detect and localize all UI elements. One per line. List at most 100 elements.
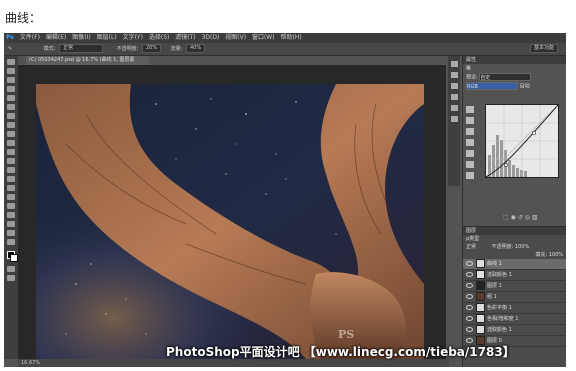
- mode-label: 模式:: [43, 46, 56, 52]
- layer-row[interactable]: 图层 1: [463, 281, 566, 292]
- lasso-tool-icon[interactable]: [7, 77, 15, 83]
- channel-row: RGB 自动: [463, 82, 566, 91]
- menu-window[interactable]: 窗口(W): [252, 34, 275, 41]
- styles-panel-icon[interactable]: [450, 94, 458, 100]
- eye-icon[interactable]: [466, 327, 473, 332]
- canvas-area[interactable]: [18, 65, 446, 359]
- menu-view[interactable]: 视图(V): [225, 34, 246, 41]
- eye-icon[interactable]: [466, 305, 473, 310]
- opacity-field[interactable]: 20%: [141, 44, 162, 53]
- layer-name: 色彩平衡 1: [487, 305, 512, 311]
- menu-type[interactable]: 文字(Y): [123, 34, 143, 41]
- auto-button[interactable]: 自动: [520, 84, 530, 90]
- adjustments-panel-icon[interactable]: [450, 83, 458, 89]
- menu-select[interactable]: 选择(S): [149, 34, 170, 41]
- reset-icon[interactable]: ↺: [518, 214, 523, 221]
- actions-panel-icon[interactable]: [450, 72, 458, 78]
- dodge-tool-icon[interactable]: [7, 176, 15, 182]
- stamp-tool-icon[interactable]: [7, 131, 15, 137]
- layer-list: 曲线 1 选取颜色 1 图层 1组 1 色彩平衡 1 色相/饱和度 1 选取颜色 1 图层 …: [463, 259, 566, 347]
- layer-row[interactable]: 选取颜色 1: [463, 325, 566, 336]
- black-point-eyedropper-icon[interactable]: [466, 117, 474, 124]
- eye-icon[interactable]: [466, 261, 473, 266]
- menu-3d[interactable]: 3D(D): [202, 34, 220, 41]
- menu-bar: Ps 文件(F) 编辑(E) 图像(I) 图层(L) 文字(Y) 选择(S) 滤…: [4, 33, 566, 43]
- layer-name: 色相/饱和度 1: [487, 316, 519, 322]
- crop-tool-icon[interactable]: [7, 95, 15, 101]
- screen-mode-icon[interactable]: [7, 275, 15, 281]
- healing-tool-icon[interactable]: [7, 113, 15, 119]
- shape-tool-icon[interactable]: [7, 212, 15, 218]
- layer-row[interactable]: 组 1: [463, 292, 566, 303]
- menu-help[interactable]: 帮助(H): [281, 34, 302, 41]
- blend-mode-select[interactable]: 正常: [466, 244, 476, 250]
- layers-header[interactable]: 图层: [463, 227, 566, 235]
- zoom-tool-icon[interactable]: [7, 230, 15, 236]
- trash-icon[interactable]: ▥: [532, 214, 538, 221]
- layer-row[interactable]: 色彩平衡 1: [463, 303, 566, 314]
- brush-tool-icon[interactable]: [7, 122, 15, 128]
- document-tab[interactable]: (C) 05034247.psd @ 16.7% (曲线 1, 图层蒙版/16)…: [26, 56, 149, 72]
- workspace-select[interactable]: 基本功能: [529, 44, 558, 53]
- eyedropper-tool-icon[interactable]: [7, 104, 15, 110]
- brush-icon[interactable]: ✎: [8, 46, 12, 52]
- properties-header[interactable]: 属性: [463, 56, 566, 64]
- quick-select-tool-icon[interactable]: [7, 86, 15, 92]
- page-caption: 曲线：: [5, 11, 42, 25]
- curves-graph[interactable]: [485, 104, 559, 178]
- menu-filter[interactable]: 滤镜(T): [175, 34, 195, 41]
- smooth-curve-icon[interactable]: [466, 172, 474, 179]
- layer-name: 组 1: [487, 294, 497, 300]
- layer-fill-row: 填充: 100%: [463, 251, 566, 259]
- layer-row[interactable]: 色相/饱和度 1: [463, 314, 566, 325]
- forum-watermark: PhotoShop平面设计吧 【www.linecg.com/tieba/178…: [166, 345, 515, 359]
- view-previous-icon[interactable]: ◉: [511, 214, 516, 221]
- channel-select[interactable]: RGB: [466, 82, 518, 90]
- preset-select[interactable]: 自定: [479, 73, 532, 81]
- gray-point-eyedropper-icon[interactable]: [466, 128, 474, 135]
- mode-select[interactable]: 正常: [59, 44, 104, 53]
- draw-curve-icon[interactable]: [466, 161, 474, 168]
- layer-row[interactable]: 曲线 1: [463, 259, 566, 270]
- marquee-tool-icon[interactable]: [7, 68, 15, 74]
- color-swatches[interactable]: [6, 251, 18, 262]
- history-panel-icon[interactable]: [450, 61, 458, 67]
- layer-row[interactable]: 选取颜色 1: [463, 270, 566, 281]
- menu-layer[interactable]: 图层(L): [97, 34, 117, 41]
- gradient-tool-icon[interactable]: [7, 158, 15, 164]
- history-brush-tool-icon[interactable]: [7, 140, 15, 146]
- panel-icon-strip: [448, 56, 460, 186]
- type-tool-icon[interactable]: [7, 194, 15, 200]
- fill-field[interactable]: 100%: [549, 252, 563, 258]
- layer-thumbnail: [476, 281, 485, 290]
- tools-panel: [4, 56, 18, 359]
- brushes-panel-icon[interactable]: [450, 116, 458, 122]
- hand-tool-icon[interactable]: [7, 221, 15, 227]
- flow-field[interactable]: 40%: [185, 44, 206, 53]
- eye-icon[interactable]: [466, 283, 473, 288]
- eye-icon[interactable]: [466, 272, 473, 277]
- more-tools-icon[interactable]: [7, 239, 15, 245]
- visibility-icon[interactable]: ◎: [525, 214, 530, 221]
- white-point-eyedropper-icon[interactable]: [466, 139, 474, 146]
- zoom-readout[interactable]: 16.67%: [21, 360, 40, 366]
- quick-mask-icon[interactable]: [7, 266, 15, 272]
- swatches-panel-icon[interactable]: [450, 105, 458, 111]
- menu-edit[interactable]: 编辑(E): [46, 34, 66, 41]
- pen-tool-icon[interactable]: [7, 185, 15, 191]
- layer-thumbnail: [476, 259, 485, 268]
- on-image-adjust-icon[interactable]: [466, 106, 474, 113]
- edit-points-icon[interactable]: [466, 150, 474, 157]
- eye-icon[interactable]: [466, 316, 473, 321]
- clip-layer-icon[interactable]: ⬚: [503, 214, 509, 221]
- blur-tool-icon[interactable]: [7, 167, 15, 173]
- eraser-tool-icon[interactable]: [7, 149, 15, 155]
- layer-thumbnail: [476, 270, 485, 279]
- eye-icon[interactable]: [466, 294, 473, 299]
- path-select-tool-icon[interactable]: [7, 203, 15, 209]
- menu-image[interactable]: 图像(I): [72, 34, 90, 41]
- menu-file[interactable]: 文件(F): [20, 34, 40, 41]
- layer-kind-filter[interactable]: ρ类型: [463, 235, 566, 243]
- move-tool-icon[interactable]: [7, 59, 15, 65]
- layer-opacity-field[interactable]: 100%: [515, 244, 529, 250]
